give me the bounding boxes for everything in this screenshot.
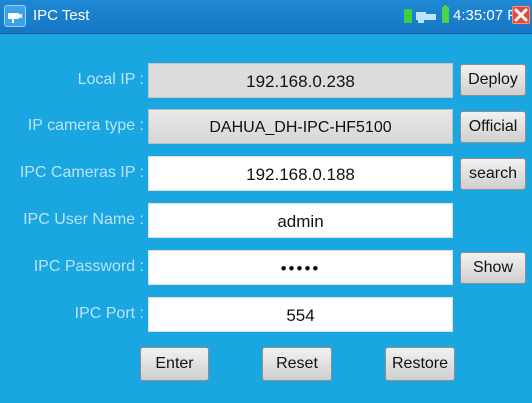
password-label: IPC Password : [33,258,144,275]
restore-button[interactable]: Restore [385,347,455,381]
reset-button[interactable]: Reset [262,347,332,381]
enter-button[interactable]: Enter [140,347,209,381]
camera-type-label: IP camera type : [27,117,144,134]
camera-type-select[interactable]: DAHUA_DH-IPC-HF5100 [148,109,453,144]
user-name-label: IPC User Name : [23,211,144,228]
user-name-input[interactable]: admin [148,203,453,238]
close-button[interactable] [512,6,530,24]
app-title: IPC Test [33,7,90,24]
port-label: IPC Port : [74,305,144,322]
network-icon [416,8,438,29]
cameras-ip-label: IPC Cameras IP : [19,164,144,181]
official-button[interactable]: Official [460,111,526,143]
close-icon [514,8,528,22]
local-ip-field: 192.168.0.238 [148,63,453,98]
ipc-app-icon [4,5,26,27]
title-bar: IPC Test 4:35:07 PM [0,0,532,34]
password-input[interactable]: ••••• [148,250,453,285]
sd-card-icon [404,9,412,23]
search-button[interactable]: search [460,158,526,190]
local-ip-label: Local IP : [77,71,144,88]
deploy-button[interactable]: Deploy [460,64,526,96]
show-password-button[interactable]: Show [460,252,526,284]
cameras-ip-input[interactable]: 192.168.0.188 [148,156,453,191]
port-input[interactable]: 554 [148,297,453,332]
battery-icon [442,5,449,23]
